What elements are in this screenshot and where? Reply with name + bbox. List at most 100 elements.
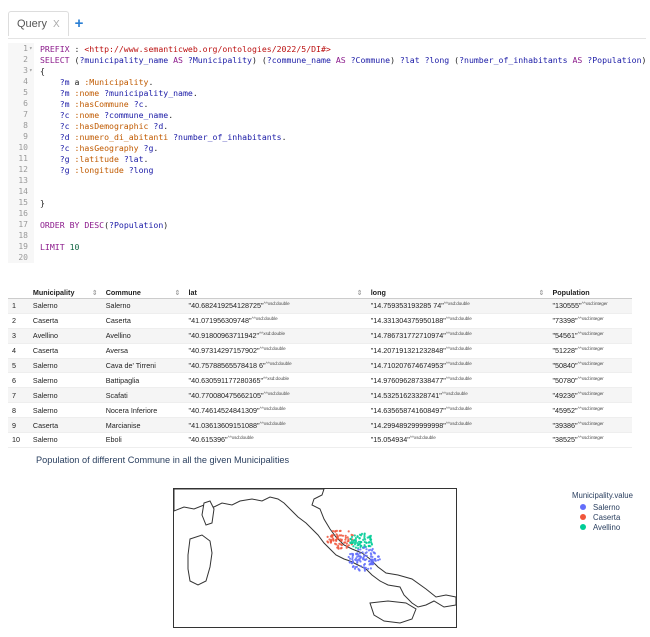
legend-item[interactable]: Caserta	[572, 512, 633, 522]
map-point[interactable]	[377, 555, 380, 558]
map-point[interactable]	[352, 565, 355, 568]
map-point[interactable]	[347, 530, 350, 533]
map-point[interactable]	[372, 562, 375, 565]
fold-icon[interactable]: ▾	[29, 43, 33, 55]
map-point[interactable]	[353, 534, 356, 537]
map-point[interactable]	[350, 552, 353, 555]
map-point[interactable]	[350, 562, 353, 565]
map-point[interactable]	[349, 537, 352, 540]
map-point[interactable]	[365, 541, 368, 544]
map-point[interactable]	[358, 569, 361, 572]
map-point[interactable]	[369, 534, 372, 537]
map-point[interactable]	[343, 541, 346, 544]
map-point[interactable]	[335, 529, 338, 532]
map-point[interactable]	[359, 548, 362, 551]
legend-item[interactable]: Salerno	[572, 502, 633, 512]
close-icon[interactable]: X	[53, 19, 60, 30]
map-point[interactable]	[350, 533, 353, 536]
map-point[interactable]	[359, 545, 362, 549]
map-point[interactable]	[330, 538, 333, 541]
map-point[interactable]	[370, 542, 373, 545]
map-point[interactable]	[357, 548, 360, 551]
map-point[interactable]	[369, 552, 372, 555]
map-point[interactable]	[367, 544, 370, 548]
map-point[interactable]	[369, 558, 372, 561]
map-point[interactable]	[345, 542, 348, 545]
map-point[interactable]	[363, 562, 366, 566]
map-point[interactable]	[378, 558, 381, 561]
sort-icon[interactable]: ⇕	[538, 288, 544, 297]
map-point[interactable]	[326, 535, 329, 538]
column-header[interactable]: lat ⇕	[184, 286, 367, 299]
column-header[interactable]: long ⇕	[366, 286, 549, 299]
map-point[interactable]	[362, 538, 365, 541]
add-tab-button[interactable]: +	[75, 12, 84, 36]
map-point[interactable]	[347, 544, 350, 547]
map-point[interactable]	[359, 540, 362, 543]
map-point[interactable]	[359, 565, 362, 568]
map-point[interactable]	[365, 551, 368, 554]
map-point[interactable]	[360, 534, 363, 537]
map-point[interactable]	[356, 552, 359, 555]
map-point[interactable]	[331, 530, 335, 533]
map-point[interactable]	[358, 552, 362, 555]
column-header[interactable]: Commune ⇕	[101, 286, 185, 299]
map-point[interactable]	[367, 567, 370, 570]
map-point[interactable]	[357, 543, 360, 547]
map-point[interactable]	[369, 562, 372, 566]
map-point[interactable]	[337, 547, 340, 550]
map-point[interactable]	[353, 543, 357, 546]
map-point[interactable]	[362, 556, 365, 559]
map-point[interactable]	[355, 565, 358, 568]
map-point[interactable]	[335, 543, 338, 546]
map-point[interactable]	[363, 554, 366, 557]
sort-icon[interactable]: ⇕	[175, 288, 181, 297]
map-point[interactable]	[340, 546, 343, 550]
map-point[interactable]	[344, 534, 347, 537]
legend-item[interactable]: Avellino	[572, 522, 633, 532]
map-point[interactable]	[372, 551, 375, 554]
map-point[interactable]	[350, 535, 354, 538]
map-point[interactable]	[356, 561, 359, 564]
map-point[interactable]	[335, 533, 338, 536]
sort-icon[interactable]: ⇕	[92, 288, 98, 297]
map-point[interactable]	[369, 567, 372, 570]
map-point[interactable]	[351, 558, 354, 561]
map-point[interactable]	[367, 549, 370, 552]
map-point[interactable]	[365, 548, 368, 551]
map-point[interactable]	[362, 566, 365, 569]
map-point[interactable]	[368, 560, 371, 563]
map-point[interactable]	[346, 536, 349, 539]
column-header[interactable]: Population	[548, 286, 632, 299]
map-point[interactable]	[358, 555, 361, 558]
map-point[interactable]	[349, 557, 352, 560]
map-point[interactable]	[349, 541, 352, 544]
map-point[interactable]	[354, 537, 357, 540]
fold-icon[interactable]: ▾	[29, 65, 33, 77]
map-point[interactable]	[336, 535, 339, 538]
query-editor[interactable]: 1 ▾ PREFIX : <http://www.semanticweb.org/o…	[8, 38, 646, 265]
map-point[interactable]	[339, 543, 342, 546]
map-point[interactable]	[335, 539, 338, 542]
map-point[interactable]	[337, 544, 340, 547]
map-point[interactable]	[332, 538, 335, 541]
tab-query[interactable]: Query X	[8, 11, 69, 36]
map-point[interactable]	[340, 534, 343, 537]
map-point[interactable]	[352, 541, 355, 544]
map-point[interactable]	[344, 538, 347, 541]
map-point[interactable]	[370, 549, 374, 552]
map-point[interactable]	[361, 551, 364, 554]
map-point[interactable]	[355, 557, 358, 560]
map-point[interactable]	[365, 558, 368, 561]
map-point[interactable]	[338, 529, 341, 533]
map-point[interactable]	[364, 538, 367, 541]
map-point[interactable]	[326, 540, 329, 543]
sort-icon[interactable]: ⇕	[357, 288, 363, 297]
map-point[interactable]	[354, 538, 357, 542]
map-point[interactable]	[365, 554, 368, 557]
map-point[interactable]	[363, 533, 366, 536]
map-point[interactable]	[358, 558, 361, 561]
map-point[interactable]	[359, 560, 362, 563]
map-point[interactable]	[356, 535, 359, 538]
column-header[interactable]: Municipality ⇕	[28, 286, 102, 299]
